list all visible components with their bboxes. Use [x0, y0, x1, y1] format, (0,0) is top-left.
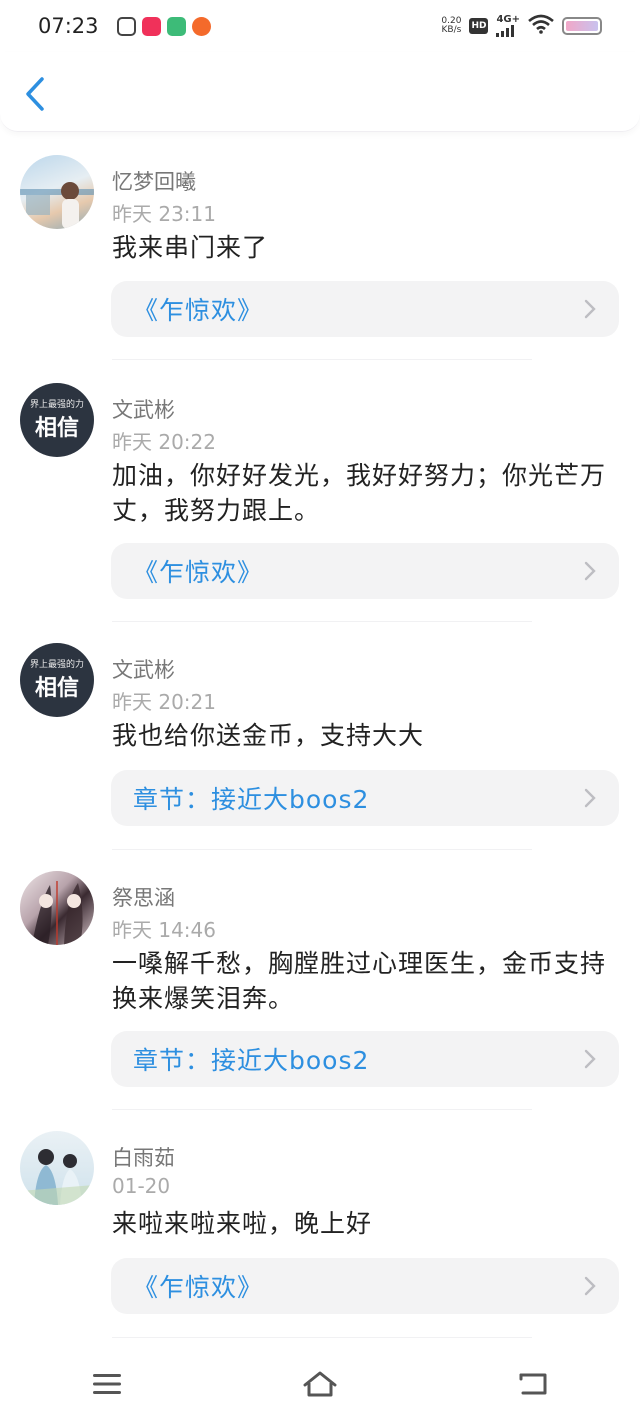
menu-button[interactable] [77, 1359, 137, 1409]
svg-text:相信: 相信 [35, 415, 79, 441]
chevron-right-icon [583, 1048, 597, 1070]
avatar[interactable]: 界上最强的力 相信 [20, 643, 94, 717]
comment-time: 昨天 23:11 [112, 202, 216, 226]
comment-text: 来啦来啦来啦，晚上好 [112, 1209, 373, 1238]
comment-item: 白雨茹 01-20 来啦来啦来啦，晚上好 《乍惊欢》 [0, 1116, 640, 1340]
back-arrow-icon [26, 77, 44, 111]
status-app-icons [116, 16, 211, 36]
work-title: 章节：接近大boos2 [133, 785, 370, 814]
comment-text: 我也给你送金币，支持大大 [112, 721, 425, 750]
screen: 07:23 0.20 KB/s HD 4G+ 忆梦回曦 昨天 23:11 我来串… [0, 0, 640, 1422]
comment-text: 一嗓解千愁，胸膛胜过心理医生，金币支持换来爆笑泪奔。 [112, 949, 607, 1013]
comment-text: 我来串门来了 [112, 233, 269, 262]
svg-text:界上最强的力: 界上最强的力 [30, 658, 84, 670]
username[interactable]: 白雨茹 [112, 1142, 175, 1172]
username[interactable]: 文武彬 [112, 394, 175, 424]
avatar[interactable] [20, 1131, 94, 1205]
comment-time: 昨天 14:46 [112, 918, 216, 942]
comment-item: 忆梦回曦 昨天 23:11 我来串门来了 《乍惊欢》 [0, 140, 640, 360]
home-button[interactable] [290, 1359, 350, 1409]
work-title: 章节：接近大boos2 [133, 1046, 370, 1075]
svg-text:界上最强的力: 界上最强的力 [30, 398, 84, 410]
status-indicators: 0.20 KB/s HD 4G+ [441, 14, 602, 38]
menu-icon [92, 1374, 121, 1394]
work-link-card[interactable]: 《乍惊欢》 [111, 1258, 619, 1314]
chevron-right-icon [583, 1275, 597, 1297]
comment-item: 界上最强的力 相信 文武彬 昨天 20:22 加油，你好好发光，我好好努力；你光… [0, 368, 640, 624]
divider [112, 849, 532, 850]
divider [112, 1337, 532, 1338]
battery-icon [562, 17, 602, 35]
comment-item: 祭思涵 昨天 14:46 一嗓解千愁，胸膛胜过心理医生，金币支持换来爆笑泪奔。 … [0, 856, 640, 1112]
work-title: 《乍惊欢》 [133, 558, 264, 587]
chevron-right-icon [583, 787, 597, 809]
svg-text:相信: 相信 [35, 675, 79, 701]
back-button[interactable] [18, 74, 52, 114]
system-nav-bar [0, 1346, 640, 1422]
work-title: 《乍惊欢》 [133, 296, 264, 325]
username[interactable]: 忆梦回曦 [112, 166, 196, 196]
comment-time: 昨天 20:21 [112, 690, 216, 714]
home-icon [303, 1371, 337, 1397]
back-nav-button[interactable] [503, 1359, 563, 1409]
header [0, 52, 640, 132]
avatar[interactable] [20, 155, 94, 229]
shop-app-icon [141, 16, 161, 36]
chevron-right-icon [583, 298, 597, 320]
hd-icon: HD [469, 18, 489, 34]
work-link-card[interactable]: 《乍惊欢》 [111, 543, 619, 599]
comment-time: 01-20 [112, 1174, 171, 1198]
return-icon [519, 1373, 547, 1395]
username[interactable]: 祭思涵 [112, 882, 175, 912]
divider [112, 621, 532, 622]
pumpkin-app-icon [191, 16, 211, 36]
username[interactable]: 文武彬 [112, 654, 175, 684]
work-link-card[interactable]: 《乍惊欢》 [111, 281, 619, 337]
wifi-icon [528, 14, 554, 38]
avatar[interactable]: 界上最强的力 相信 [20, 383, 94, 457]
app-notification-icon [116, 16, 136, 36]
work-link-card[interactable]: 章节：接近大boos2 [111, 1031, 619, 1087]
network-speed: 0.20 KB/s [441, 16, 462, 35]
status-time: 07:23 [38, 14, 99, 38]
signal-icon: 4G+ [496, 15, 520, 37]
work-title: 《乍惊欢》 [133, 1273, 264, 1302]
avatar[interactable] [20, 871, 94, 945]
work-link-card[interactable]: 章节：接近大boos2 [111, 770, 619, 826]
comment-time: 昨天 20:22 [112, 430, 216, 454]
comment-item: 界上最强的力 相信 文武彬 昨天 20:21 我也给你送金币，支持大大 章节：接… [0, 628, 640, 852]
divider [112, 359, 532, 360]
status-bar: 07:23 0.20 KB/s HD 4G+ [0, 0, 640, 52]
comment-text: 加油，你好好发光，我好好努力；你光芒万丈，我努力跟上。 [112, 461, 607, 525]
divider [112, 1109, 532, 1110]
green-app-icon [166, 16, 186, 36]
chevron-right-icon [583, 560, 597, 582]
